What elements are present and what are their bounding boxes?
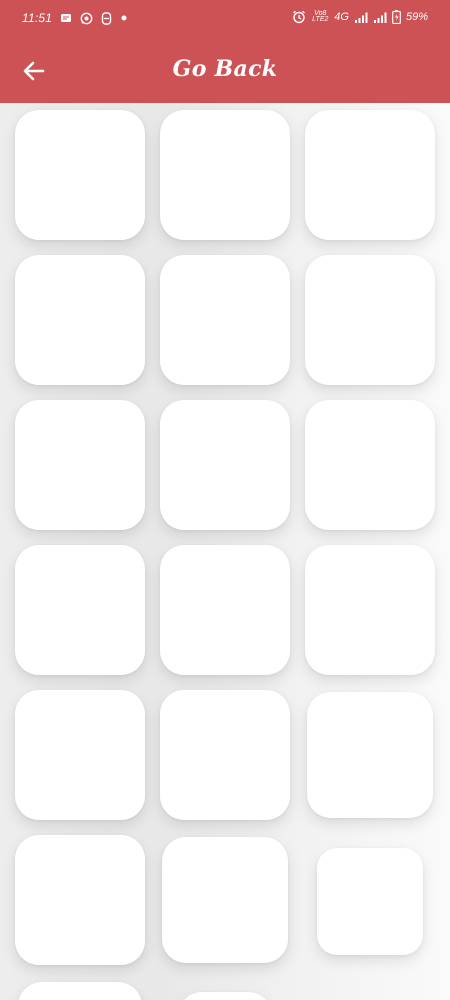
- tile-grid: [0, 103, 450, 1000]
- grid-tile[interactable]: [305, 400, 435, 530]
- whatsapp-icon: [80, 12, 93, 25]
- status-bar: 11:51 Vo8 LTE2 4G 59%: [0, 0, 450, 36]
- grid-tile[interactable]: [305, 255, 435, 385]
- signal-icon: [354, 12, 368, 23]
- grid-tile[interactable]: [305, 110, 435, 240]
- app-bar: 11:51 Vo8 LTE2 4G 59% Go Back: [0, 0, 450, 103]
- grid-tile[interactable]: [15, 255, 145, 385]
- status-right: Vo8 LTE2 4G 59%: [292, 10, 428, 24]
- signal-icon: [373, 12, 387, 23]
- battery-level: 59%: [405, 11, 428, 23]
- grid-tile[interactable]: [18, 982, 142, 1000]
- grid-tile[interactable]: [160, 690, 290, 820]
- alarm-icon: [292, 10, 306, 24]
- grid-tile[interactable]: [160, 110, 290, 240]
- status-left: 11:51: [22, 11, 128, 25]
- grid-tile[interactable]: [15, 835, 145, 965]
- status-time: 11:51: [22, 11, 53, 25]
- network-type: 4G: [334, 11, 349, 23]
- grid-tile[interactable]: [317, 848, 423, 955]
- page-title: Go Back: [172, 56, 278, 82]
- grid-tile[interactable]: [162, 837, 288, 963]
- grid-tile[interactable]: [15, 690, 145, 820]
- grid-tile[interactable]: [305, 545, 435, 675]
- grid-tile[interactable]: [178, 992, 272, 1000]
- app-icon: [101, 11, 112, 25]
- message-icon: [60, 13, 72, 24]
- grid-tile[interactable]: [15, 400, 145, 530]
- dot-icon: [120, 14, 128, 22]
- grid-tile[interactable]: [15, 545, 145, 675]
- grid-tile[interactable]: [160, 400, 290, 530]
- grid-tile[interactable]: [160, 545, 290, 675]
- volte-label: Vo8 LTE2: [312, 10, 329, 23]
- grid-tile[interactable]: [160, 255, 290, 385]
- battery-icon: [392, 10, 401, 24]
- grid-tile[interactable]: [307, 692, 433, 818]
- grid-tile[interactable]: [15, 110, 145, 240]
